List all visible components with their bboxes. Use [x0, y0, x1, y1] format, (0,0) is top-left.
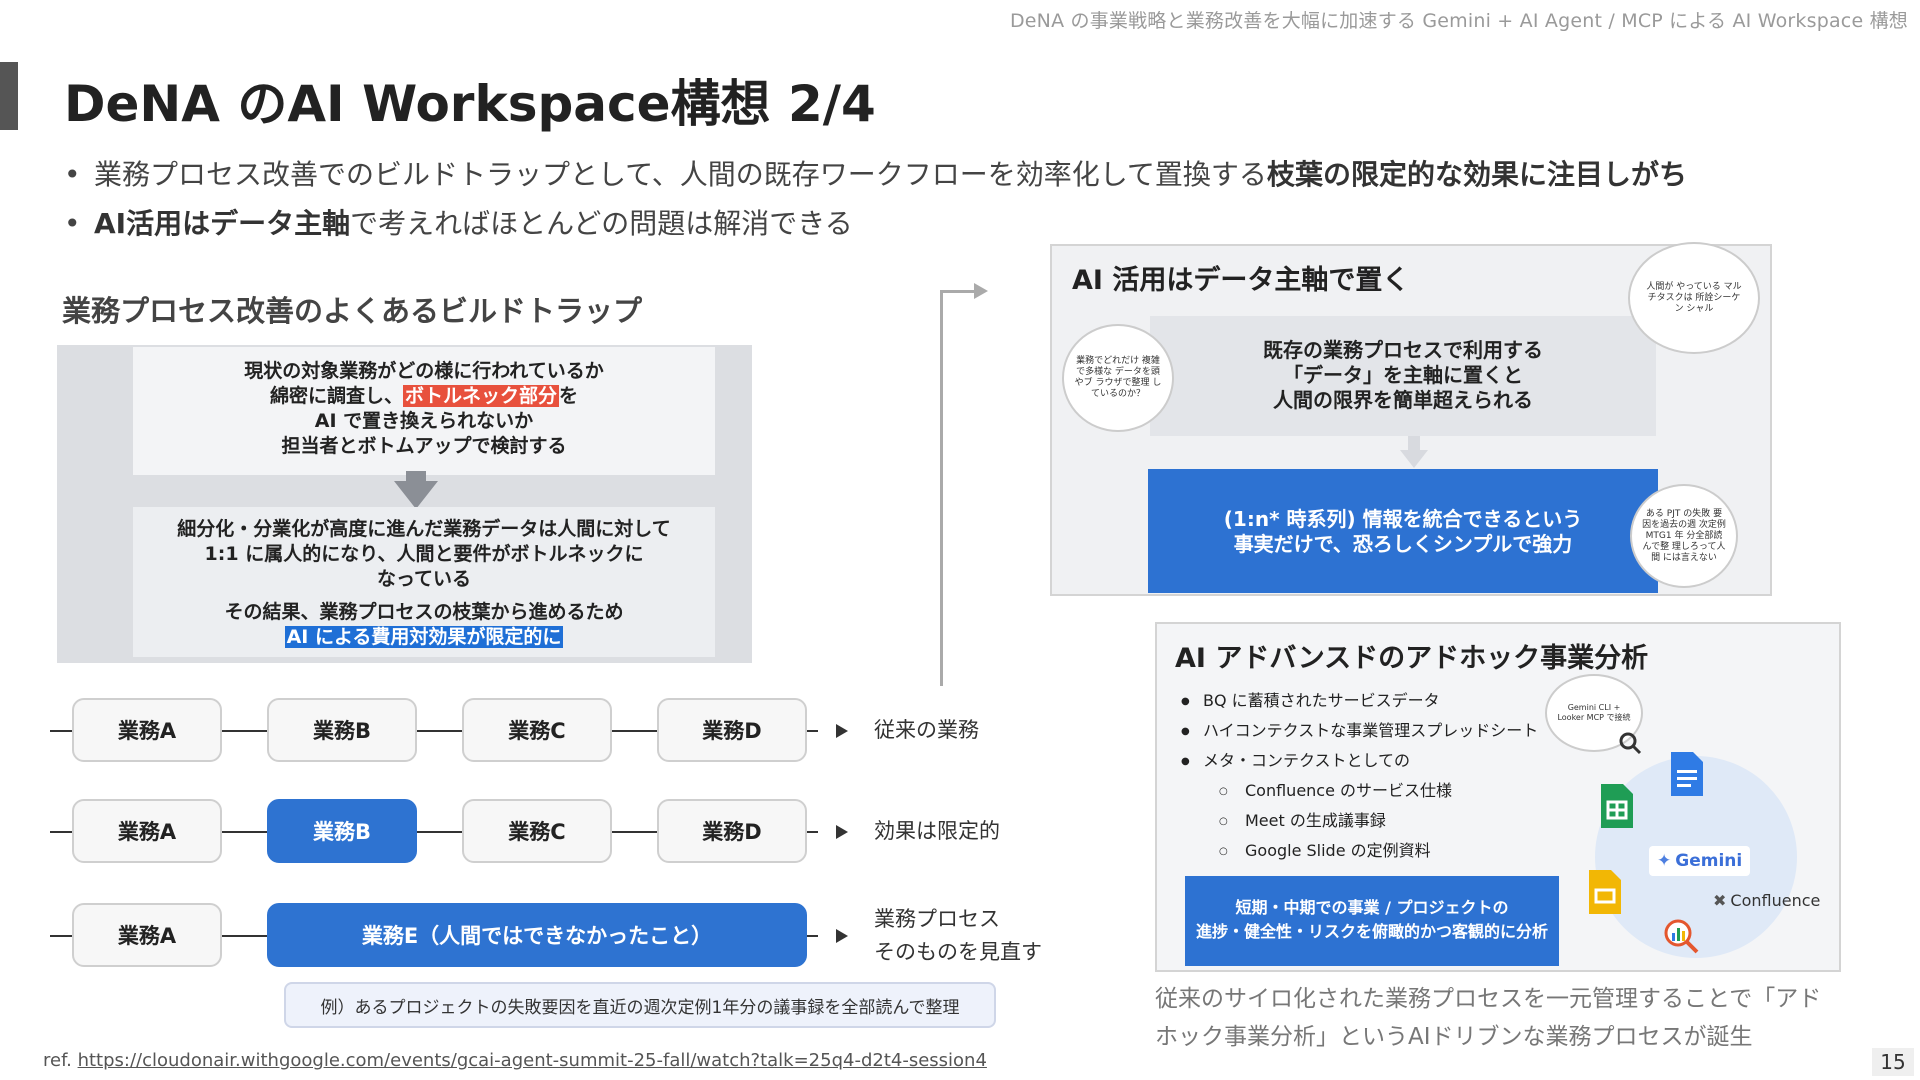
panel-text: を	[559, 385, 579, 407]
row-label: 効果は限定的	[874, 819, 1000, 843]
left-section-title: 業務プロセス改善のよくあるビルドトラップ	[62, 294, 643, 328]
process-box: 業務D	[657, 698, 807, 762]
header-note: DeNA の事業戦略と業務改善を大幅に加速する Gemini + AI Agen…	[1009, 10, 1908, 32]
example-box: 例）あるプロジェクトの失敗要因を直近の週次定例1年分の議事録を全部読んで整理	[284, 982, 996, 1028]
list-item: メタ・コンテクストとしての	[1181, 746, 1538, 776]
process-box: 業務B	[267, 698, 417, 762]
card-text: 事実だけで、恐ろしくシンプルで強力	[1233, 532, 1573, 556]
list-item: BQ に蓄積されたサービスデータ	[1181, 686, 1538, 716]
data-axis-card: AI 活用はデータ主軸で置く 既存の業務プロセスで利用する 「データ」を主軸に置…	[1050, 242, 1772, 596]
summary-bullets: • 業務プロセス改善でのビルドトラップとして、人間の既存ワークフローを効率化して置…	[64, 150, 1687, 248]
limited-effect-highlight: AI による費用対効果が限定的に	[284, 626, 564, 648]
gemini-label: Gemini	[1675, 851, 1743, 871]
process-box: 業務A	[72, 698, 222, 762]
process-box-highlighted: 業務B	[267, 799, 417, 863]
bullet-2-bold: AI活用はデータ主軸	[94, 207, 351, 240]
card-text: (1:n* 時系列) 情報を統合できるという	[1223, 507, 1583, 531]
arrow-right-icon	[836, 724, 848, 738]
google-sheets-icon	[1597, 780, 1637, 832]
sub-list-item: Google Slide の定例資料	[1181, 836, 1538, 866]
row-label: 業務プロセス そのものを見直す	[874, 903, 1042, 969]
bullet-1-text: 業務プロセス改善でのビルドトラップとして、人間の既存ワークフローを効率化して置換…	[94, 158, 1267, 191]
bullet-2-text: で考えればほとんどの問題は解消できる	[350, 207, 853, 240]
speech-bubble: 業務でどれだけ 複雑で多様な データを頭やブ ラウザで整理 しているのか？	[1062, 324, 1174, 432]
card-text: 人間の限界を簡単超えられる	[1273, 388, 1533, 412]
panel-text: 綿密に調査し、	[269, 385, 403, 407]
panel-text: 1:1 に属人的になり、人間と要件がボトルネックに	[204, 543, 644, 565]
panel-text: 細分化・分業化が高度に進んだ業務データは人間に対して	[177, 518, 671, 540]
connector-arrow-icon	[974, 283, 988, 299]
connector-line	[940, 290, 943, 686]
current-approach-box: 現状の対象業務がどの様に行われているか 綿密に調査し、 ボトルネック部分を AI …	[133, 347, 715, 475]
gemini-star-icon: ✦	[1657, 851, 1672, 871]
analysis-outcome: 短期・中期での事業 / プロジェクトの 進捗・健全性・リスクを俯瞰的かつ客観的に…	[1185, 876, 1559, 966]
bullet-1: • 業務プロセス改善でのビルドトラップとして、人間の既存ワークフローを効率化して置…	[64, 158, 1687, 191]
confluence-logo: ✖ Confluence	[1713, 886, 1820, 914]
google-docs-icon	[1667, 748, 1707, 800]
speech-bubble: ある PJT の失敗 要因を過去の週 次定例MTG1 年 分全部読んで整 理しろ…	[1630, 484, 1738, 588]
list-item: ハイコンテクストな事業管理スプレッドシート	[1181, 716, 1538, 746]
process-box: 業務C	[462, 799, 612, 863]
looker-icon	[1615, 728, 1645, 758]
card-text: 既存の業務プロセスで利用する	[1263, 338, 1543, 362]
panel-text-highlight-line: 綿密に調査し、 ボトルネック部分を	[133, 384, 715, 409]
reference: ref. https://cloudonair.withgoogle.com/e…	[43, 1050, 987, 1071]
down-arrow-icon	[394, 481, 438, 509]
page-title: DeNA のAI Workspace構想 2/4	[64, 75, 876, 133]
panel-text: なっている	[376, 568, 472, 590]
adhoc-caption: 従来のサイロ化された業務プロセスを一元管理することで「アドホック事業分析」という…	[1155, 986, 1822, 1050]
row-label: 従来の業務	[874, 718, 979, 742]
bottleneck-highlight: ボトルネック部分	[402, 385, 559, 407]
adhoc-analysis-card: AI アドバンスドのアドホック事業分析 BQ に蓄積されたサービスデータ ハイコ…	[1155, 622, 1841, 972]
ref-prefix: ref.	[43, 1050, 72, 1071]
speech-bubble: 人間が やっている マルチタスクは 所詮シーケン シャル	[1628, 242, 1760, 354]
process-box-new: 業務E（人間ではできなかったこと）	[267, 903, 807, 967]
process-box: 業務A	[72, 799, 222, 863]
card-text: 「データ」を主軸に置くと	[1283, 363, 1523, 387]
google-slides-icon	[1585, 866, 1625, 918]
card-text: 進捗・健全性・リスクを俯瞰的かつ客観的に分析	[1195, 922, 1548, 941]
panel-text: 現状の対象業務がどの様に行われているか	[244, 360, 604, 382]
arrow-right-icon	[836, 929, 848, 943]
confluence-icon: ✖	[1713, 890, 1727, 910]
reference-link[interactable]: https://cloudonair.withgoogle.com/events…	[78, 1050, 987, 1071]
sub-list-item: Meet の生成議事録	[1181, 806, 1538, 836]
build-trap-panel: 現状の対象業務がどの様に行われているか 綿密に調査し、 ボトルネック部分を AI …	[57, 345, 752, 663]
arrow-right-icon	[836, 825, 848, 839]
data-axis-conclusion: (1:n* 時系列) 情報を統合できるという 事実だけで、恐ろしくシンプルで強力	[1148, 469, 1658, 593]
process-box: 業務A	[72, 903, 222, 967]
panel-text: その結果、業務プロセスの枝葉から進めるため	[224, 601, 624, 623]
page-number: 15	[1872, 1048, 1914, 1076]
title-accent-bar	[0, 62, 18, 130]
sub-list-item: Confluence のサービス仕様	[1181, 776, 1538, 806]
looker-studio-icon	[1659, 914, 1703, 958]
confluence-label: Confluence	[1730, 890, 1821, 910]
panel-text: AI で置き換えられないか	[314, 410, 534, 432]
data-source-list: BQ に蓄積されたサービスデータ ハイコンテクストな事業管理スプレッドシート メ…	[1181, 686, 1538, 866]
bullet-2: • AI活用はデータ主軸で考えればほとんどの問題は解消できる	[64, 207, 853, 240]
result-box: 細分化・分業化が高度に進んだ業務データは人間に対して 1:1 に属人的になり、人…	[133, 507, 715, 657]
row-label-line: 業務プロセス	[874, 907, 1000, 931]
panel-text: 担当者とボトムアップで検討する	[281, 435, 567, 457]
bullet-1-bold: 枝葉の限定的な効果に注目しがち	[1266, 158, 1687, 191]
gemini-logo: ✦ Gemini	[1649, 846, 1751, 876]
down-arrow-icon	[1400, 450, 1428, 468]
data-axis-statement: 既存の業務プロセスで利用する 「データ」を主軸に置くと 人間の限界を簡単超えられ…	[1150, 316, 1656, 436]
row-label-line: そのものを見直す	[874, 940, 1042, 964]
card-title: AI 活用はデータ主軸で置く	[1072, 265, 1410, 296]
card-title: AI アドバンスドのアドホック事業分析	[1175, 643, 1649, 674]
card-text: 短期・中期での事業 / プロジェクトの	[1235, 898, 1509, 917]
process-box: 業務C	[462, 698, 612, 762]
process-box: 業務D	[657, 799, 807, 863]
